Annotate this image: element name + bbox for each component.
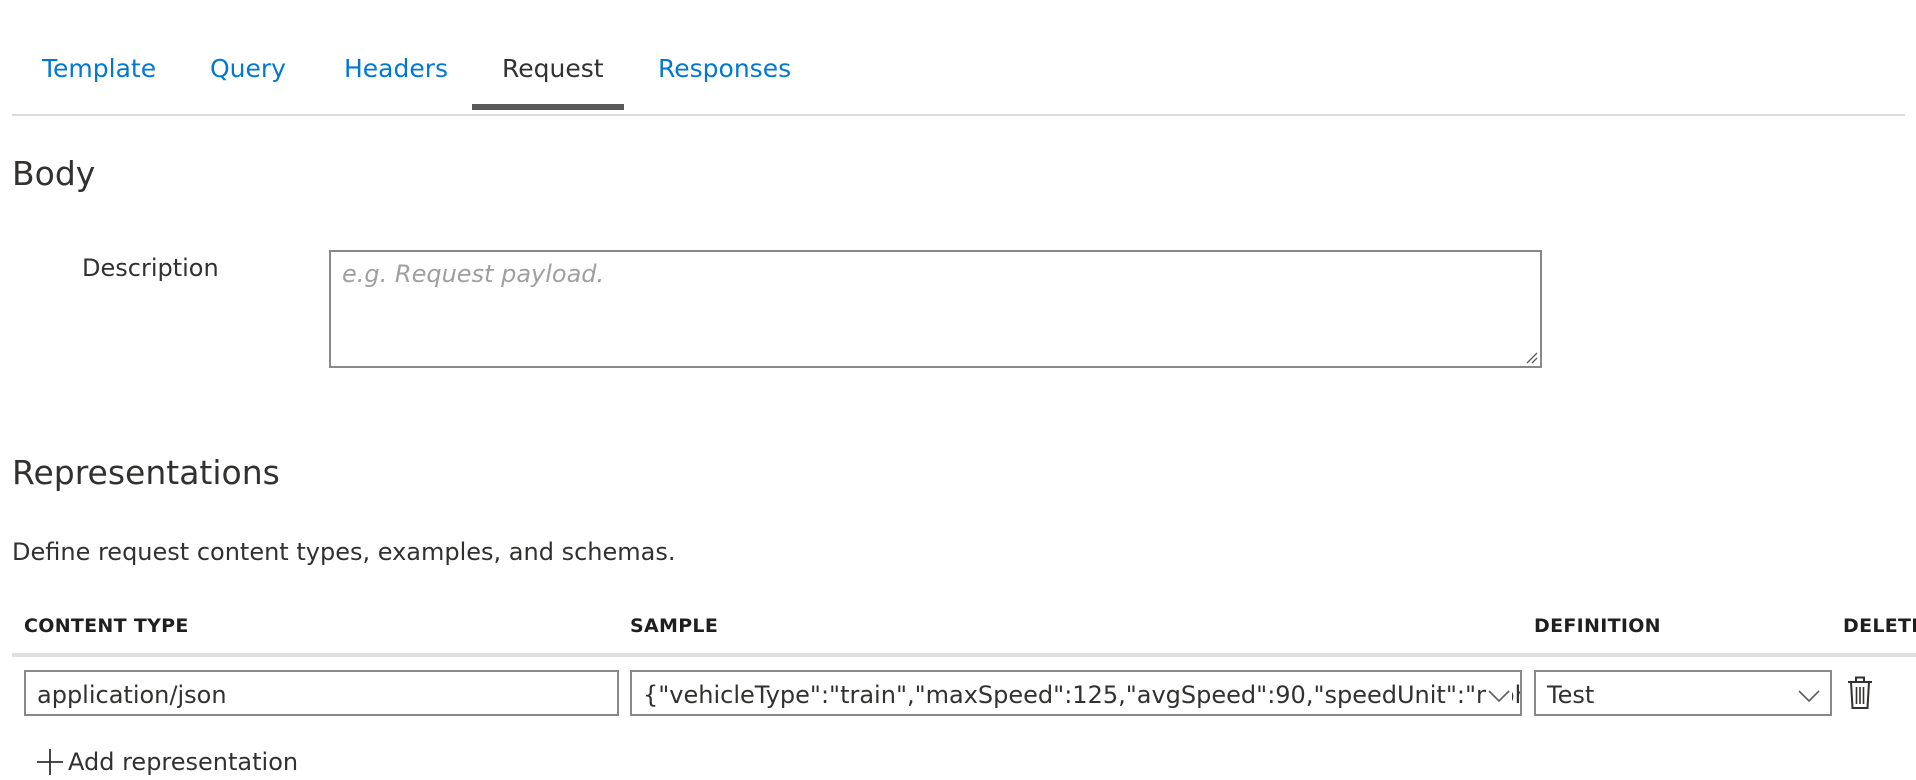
content-type-value: application/json [37,681,227,709]
representations-description: Define request content types, examples, … [12,538,676,566]
sample-value: {"vehicleType":"train","maxSpeed":125,"a… [643,681,1522,709]
definition-value: Test [1547,681,1595,709]
add-representation-label: Add representation [68,748,299,776]
description-placeholder: e.g. Request payload. [342,260,605,288]
description-textarea[interactable]: e.g. Request payload. [329,250,1542,368]
representations-heading: Representations [12,453,280,492]
tab-headers[interactable]: Headers [344,54,448,83]
add-representation-button[interactable]: Add representation [36,748,298,776]
body-heading: Body [12,154,96,193]
column-header-content-type: CONTENT TYPE [24,615,189,637]
resize-grip-icon[interactable] [1524,350,1538,364]
tab-query[interactable]: Query [210,54,286,83]
column-header-definition: DEFINITION [1534,615,1661,637]
chevron-down-icon [1486,682,1512,708]
active-tab-indicator [472,104,624,110]
tab-template[interactable]: Template [42,54,156,83]
definition-dropdown[interactable]: Test [1534,670,1832,716]
table-header-divider [12,653,1916,657]
column-header-delete: DELETE [1843,615,1916,637]
plus-icon [37,749,63,775]
tab-bar: Template Query Headers Request Responses [12,40,1905,116]
tab-request[interactable]: Request [502,54,604,83]
column-header-sample: SAMPLE [630,615,719,637]
description-label: Description [82,254,219,282]
sample-dropdown[interactable]: {"vehicleType":"train","maxSpeed":125,"a… [630,670,1522,716]
trash-icon[interactable] [1846,676,1874,710]
tab-responses[interactable]: Responses [658,54,791,83]
chevron-down-icon [1798,690,1820,703]
content-type-input[interactable]: application/json [24,670,619,716]
